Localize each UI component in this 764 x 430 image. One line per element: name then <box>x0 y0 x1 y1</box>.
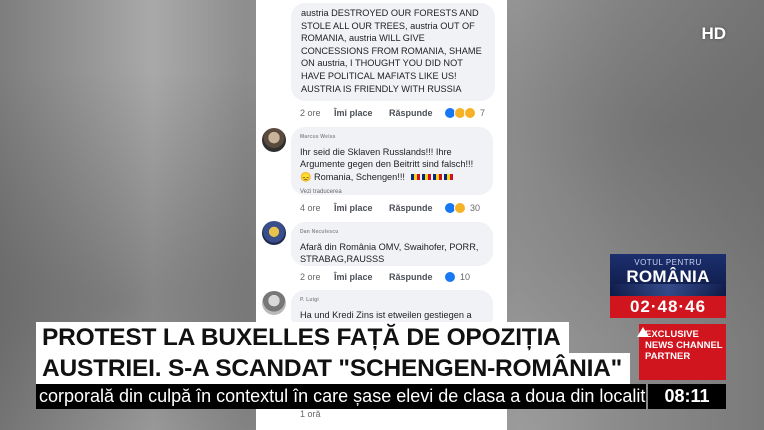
partner-line-1: EXCLUSIVE <box>645 329 699 340</box>
like-link[interactable]: Îmi place <box>334 108 389 118</box>
wow-reaction-icon <box>464 107 476 119</box>
clock: 08:11 <box>648 384 726 409</box>
partner-line-3: PARTNER <box>645 351 691 362</box>
see-translation-link[interactable]: Vezi traducerea <box>300 186 485 199</box>
comment-text-2: Romania, Schengen!!! <box>314 171 405 182</box>
reply-link[interactable]: Răspunde <box>389 203 444 213</box>
partner-line-2: NEWS CHANNEL <box>645 340 723 351</box>
comment-bubble: Marcus Weiss Ihr seid die Sklaven Russla… <box>291 127 493 195</box>
reactions[interactable]: 7 <box>444 107 485 119</box>
avatar[interactable] <box>262 221 286 245</box>
news-ticker: corporală din culpă în contextul în care… <box>36 384 646 409</box>
comment-text: Afară din România OMV, Swaihofer, PORR, … <box>300 241 479 265</box>
vote-banner: VOTUL PENTRU ROMÂNIA <box>610 254 726 296</box>
reactions[interactable]: 30 <box>444 202 480 214</box>
triangle-logo-icon <box>637 327 649 337</box>
romania-flags-icon <box>410 174 453 181</box>
comment-author[interactable]: P. Luigi <box>300 294 485 307</box>
comment-text-line: 😞 Romania, Schengen!!! <box>300 171 485 184</box>
reaction-count: 10 <box>460 272 471 282</box>
comment-actions: 4 ore Îmi place Răspunde 30 <box>300 202 480 214</box>
comment-text: Ihr seid die Sklaven Russlands!!! Ihre A… <box>300 146 474 170</box>
reply-link[interactable]: Răspunde <box>389 108 444 118</box>
vote-countdown: 02·48·46 <box>610 296 726 318</box>
reactions[interactable]: 10 <box>444 271 470 283</box>
partner-badge: EXCLUSIVE NEWS CHANNEL PARTNER <box>637 324 726 380</box>
like-reaction-icon <box>444 271 456 283</box>
comment-bubble: austria DESTROYED OUR FORESTS AND STOLE … <box>291 3 495 102</box>
hd-badge: HD <box>701 24 726 43</box>
like-link[interactable]: Îmi place <box>334 203 389 213</box>
comment-text: austria DESTROYED OUR FORESTS AND STOLE … <box>301 8 482 94</box>
comment-bubble: Dan Neculescu Afară din România OMV, Swa… <box>291 222 493 266</box>
comment-time: 2 ore <box>300 108 321 118</box>
vote-country: ROMÂNIA <box>626 267 710 286</box>
comment-author[interactable]: Marcus Weiss <box>300 131 485 144</box>
comment-time: 4 ore <box>300 203 321 213</box>
like-link[interactable]: Îmi place <box>334 272 389 282</box>
headline-line-1: PROTEST LA BUXELLES FAȚĂ DE OPOZIȚIA <box>36 322 569 353</box>
comment-actions: 1 oră <box>300 409 334 419</box>
comment-text: Ha und Kredi Zins ist etweilen gestiegen… <box>300 309 472 320</box>
comment-time: 1 oră <box>300 409 321 419</box>
haha-reaction-icon <box>454 202 466 214</box>
avatar[interactable] <box>262 128 286 152</box>
avatar[interactable] <box>262 291 286 315</box>
vote-label: VOTUL PENTRU <box>634 258 702 267</box>
vote-countdown-widget: VOTUL PENTRU ROMÂNIA 02·48·46 <box>610 254 726 318</box>
reaction-count: 7 <box>480 108 486 118</box>
reaction-count: 30 <box>470 203 481 213</box>
comment-time: 2 ore <box>300 272 321 282</box>
comment-actions: 2 ore Îmi place Răspunde 7 <box>300 107 485 119</box>
headline-line-2: AUSTRIEI. S-A SCANDAT "SCHENGEN-ROMÂNIA" <box>36 353 631 384</box>
reply-link[interactable]: Răspunde <box>389 272 444 282</box>
comment-actions: 2 ore Îmi place Răspunde 10 <box>300 271 470 283</box>
sad-emoji-icon: 😞 <box>300 171 312 182</box>
comment-author[interactable]: Dan Neculescu <box>300 226 485 239</box>
